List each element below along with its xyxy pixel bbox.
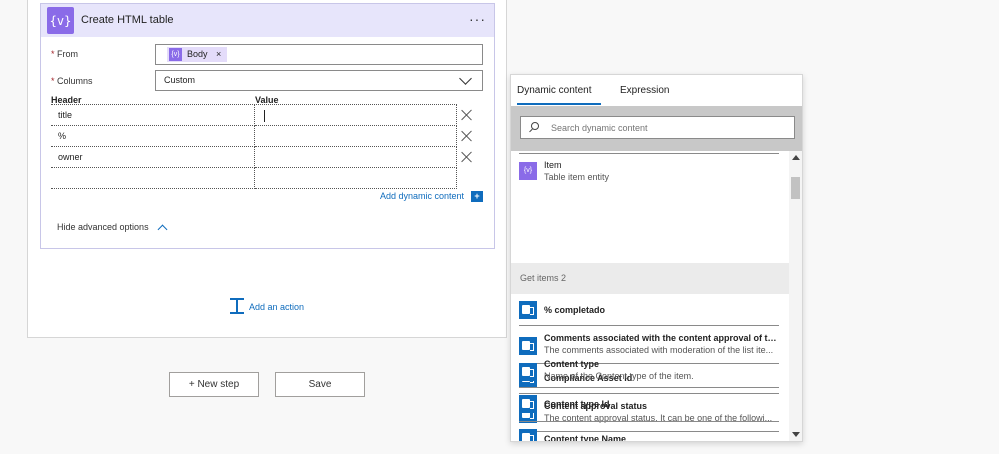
chevron-down-icon bbox=[459, 72, 472, 85]
header-cell-owner[interactable]: owner bbox=[51, 147, 255, 168]
card-header[interactable]: {v} Create HTML table ··· bbox=[41, 4, 494, 37]
item-description: Name of the Content type of the item. bbox=[544, 371, 694, 381]
list-item[interactable]: Comments associated with the content app… bbox=[519, 333, 779, 359]
delete-row-button[interactable] bbox=[460, 129, 474, 143]
columns-label: * Columns bbox=[51, 76, 93, 86]
sharepoint-icon bbox=[519, 429, 537, 441]
value-cell-title[interactable] bbox=[255, 105, 457, 126]
item-description: Table item entity bbox=[544, 172, 610, 182]
active-tab-indicator bbox=[517, 103, 601, 105]
dynamic-content-panel: Dynamic content Expression {v} Item Tabl… bbox=[510, 74, 803, 442]
remove-token-button[interactable]: × bbox=[216, 49, 221, 59]
card-title: Create HTML table bbox=[81, 14, 174, 26]
divider bbox=[519, 393, 779, 394]
delete-row-button[interactable] bbox=[460, 108, 474, 122]
hide-advanced-options-link[interactable]: Hide advanced options bbox=[57, 222, 149, 232]
variable-icon: {v} bbox=[169, 48, 182, 61]
from-label: * From bbox=[51, 49, 79, 59]
item-title: Content type bbox=[544, 359, 599, 369]
search-bar bbox=[511, 106, 802, 151]
columns-dropdown[interactable]: Custom bbox=[155, 70, 483, 91]
item-title: Comments associated with the content app… bbox=[544, 333, 779, 343]
add-icon[interactable]: + bbox=[471, 191, 483, 202]
save-button[interactable]: Save bbox=[275, 372, 365, 397]
item-description: The comments associated with moderation … bbox=[544, 345, 774, 355]
search-icon bbox=[529, 122, 539, 133]
text-cursor bbox=[264, 109, 265, 122]
sharepoint-icon bbox=[519, 301, 537, 319]
from-input[interactable]: {v} Body × bbox=[155, 44, 483, 65]
list-item[interactable]: % completado bbox=[519, 301, 779, 319]
token-label: Body bbox=[187, 49, 208, 59]
item-title: % completado bbox=[544, 305, 606, 315]
chevron-up-icon[interactable] bbox=[157, 224, 168, 235]
sharepoint-icon bbox=[519, 363, 537, 381]
scroll-up-icon[interactable] bbox=[792, 155, 800, 160]
scroll-thumb[interactable] bbox=[791, 177, 800, 199]
divider bbox=[519, 325, 779, 326]
list-item[interactable]: Content type Id bbox=[519, 395, 779, 413]
search-input[interactable] bbox=[520, 116, 795, 139]
body-token[interactable]: {v} Body × bbox=[167, 47, 228, 62]
list-item[interactable]: Content type Name bbox=[519, 429, 779, 442]
tab-dynamic-content[interactable]: Dynamic content bbox=[517, 85, 591, 96]
list-item[interactable]: Content type Name of the Content type of… bbox=[519, 359, 779, 385]
group-header-get-items: Get items 2 bbox=[511, 263, 789, 294]
columns-value: Custom bbox=[164, 75, 196, 85]
header-cell-empty[interactable] bbox=[51, 168, 255, 189]
item-title: Content type Id bbox=[544, 399, 610, 409]
delete-row-button[interactable] bbox=[460, 150, 474, 164]
header-cell-percent[interactable]: % bbox=[51, 126, 255, 147]
sharepoint-icon bbox=[519, 395, 537, 413]
value-cell-owner[interactable] bbox=[255, 147, 457, 168]
variable-icon: {v} bbox=[519, 162, 537, 180]
tab-expression[interactable]: Expression bbox=[620, 85, 669, 96]
more-options-button[interactable]: ··· bbox=[469, 11, 486, 27]
list-item-item[interactable]: {v} Item Table item entity bbox=[519, 159, 779, 187]
sharepoint-icon bbox=[519, 337, 537, 355]
scrollbar[interactable] bbox=[789, 151, 802, 441]
create-html-table-card: {v} Create HTML table ··· * From {v} Bod… bbox=[40, 3, 495, 249]
add-dynamic-content-link[interactable]: Add dynamic content bbox=[380, 191, 464, 201]
value-cell-empty[interactable] bbox=[255, 168, 457, 189]
scroll-down-icon[interactable] bbox=[792, 432, 800, 437]
divider bbox=[519, 153, 779, 154]
divider bbox=[519, 421, 779, 422]
header-cell-title[interactable]: title bbox=[51, 105, 255, 126]
add-action-icon[interactable] bbox=[228, 297, 246, 315]
item-title: Content type Name bbox=[544, 434, 627, 442]
item-title: Item bbox=[544, 160, 562, 170]
add-action-link[interactable]: Add an action bbox=[249, 302, 304, 312]
divider bbox=[519, 387, 779, 388]
new-step-button[interactable]: + New step bbox=[169, 372, 259, 397]
variable-icon: {v} bbox=[47, 7, 74, 34]
value-cell-percent[interactable] bbox=[255, 126, 457, 147]
